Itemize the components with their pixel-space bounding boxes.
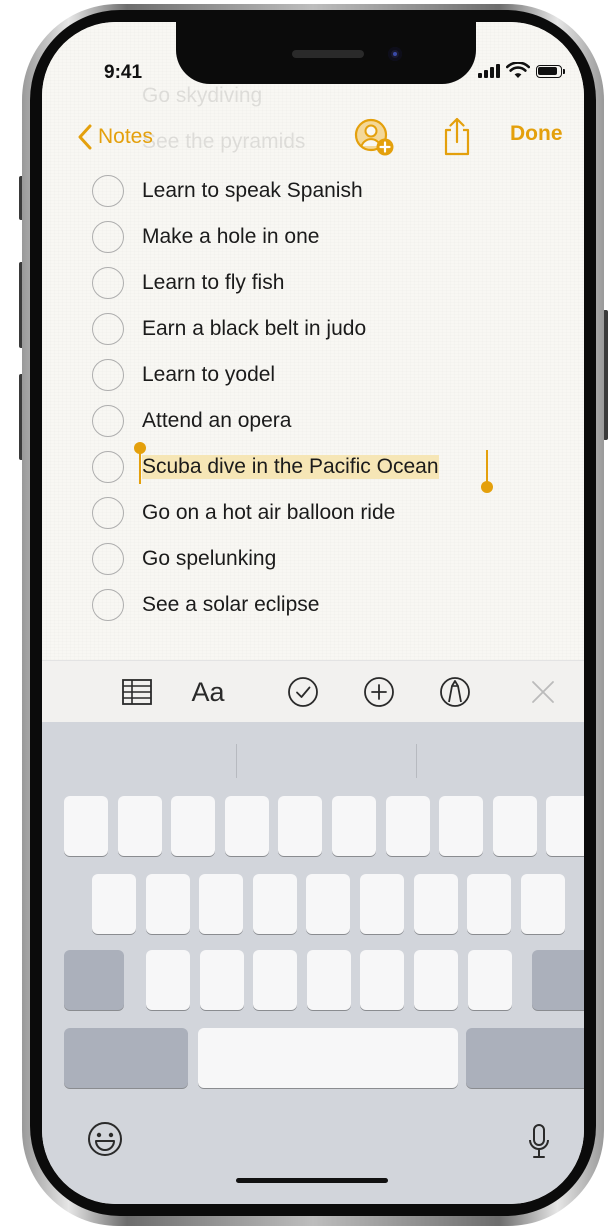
keyboard-key[interactable] — [224, 796, 269, 856]
checkbox[interactable] — [92, 313, 124, 345]
front-camera — [388, 47, 402, 61]
phone-screen: Go skydiving See the pyramids 9:41 Notes — [42, 22, 584, 1204]
checklist-item: Earn a black belt in judo — [92, 306, 572, 352]
keyboard-key[interactable] — [64, 796, 108, 856]
shift-key[interactable] — [64, 950, 124, 1010]
add-icon[interactable] — [362, 675, 396, 709]
keyboard-key[interactable] — [546, 796, 584, 856]
keyboard-key[interactable] — [520, 874, 565, 934]
back-label: Notes — [98, 125, 153, 148]
keyboard-key[interactable] — [360, 874, 404, 934]
notch — [176, 22, 476, 84]
checklist-item: Learn to yodel — [92, 352, 572, 398]
chevron-left-icon — [78, 124, 92, 150]
keyboard-key[interactable] — [252, 874, 297, 934]
checkbox[interactable] — [92, 359, 124, 391]
numbers-key[interactable] — [64, 1028, 188, 1088]
checklist-item: Attend an opera — [92, 398, 572, 444]
keyboard-key[interactable] — [492, 796, 537, 856]
text-style-label: Aa — [191, 676, 225, 707]
checklist-item-text[interactable]: Learn to yodel — [142, 363, 275, 387]
checklist-item-selected: Scuba dive in the Pacific Ocean — [92, 442, 572, 493]
back-to-notes-button[interactable]: Notes — [78, 122, 153, 152]
checkbox[interactable] — [92, 221, 124, 253]
checkbox[interactable] — [92, 405, 124, 437]
share-icon[interactable] — [442, 116, 472, 156]
earpiece-speaker — [292, 50, 364, 58]
checkbox[interactable] — [92, 589, 124, 621]
keyboard-key[interactable] — [414, 950, 458, 1010]
checklist-item: Learn to speak Spanish — [92, 168, 572, 214]
keyboard-key[interactable] — [171, 796, 216, 856]
scrolled-item: Go skydiving — [142, 84, 263, 107]
format-toolbar: Aa — [42, 660, 584, 723]
keyboard-key[interactable] — [199, 874, 244, 934]
checklist-icon[interactable] — [286, 675, 320, 709]
keyboard-key[interactable] — [385, 796, 430, 856]
checklist-item-text[interactable]: Go on a hot air balloon ride — [142, 501, 395, 525]
wifi-icon — [506, 62, 530, 78]
microphone-icon[interactable] — [526, 1122, 552, 1162]
checklist-item: Learn to fly fish — [92, 260, 572, 306]
checklist-item-text[interactable]: Go spelunking — [142, 547, 276, 571]
markup-icon[interactable] — [438, 675, 472, 709]
keyboard-key[interactable] — [306, 874, 351, 934]
checklist-item-text[interactable]: Learn to speak Spanish — [142, 179, 363, 203]
return-key[interactable] — [466, 1028, 584, 1088]
home-indicator[interactable] — [236, 1178, 388, 1183]
keyboard-key[interactable] — [467, 950, 512, 1010]
keyboard-key[interactable] — [332, 796, 376, 856]
suggestion-divider — [236, 744, 237, 778]
checklist-item: Go spelunking — [92, 536, 572, 582]
keyboard-key[interactable] — [146, 950, 190, 1010]
keyboard-key[interactable] — [253, 950, 298, 1010]
keyboard-key[interactable] — [278, 796, 323, 856]
checklist: Learn to speak Spanish Make a hole in on… — [92, 168, 572, 628]
keyboard-key[interactable] — [467, 874, 512, 934]
done-button[interactable]: Done — [510, 122, 563, 146]
selected-text[interactable]: Scuba dive in the Pacific Ocean — [142, 455, 439, 479]
checkbox[interactable] — [92, 451, 124, 483]
selection-end-handle[interactable] — [486, 450, 488, 484]
table-icon[interactable] — [120, 675, 154, 709]
keyboard-key[interactable] — [145, 874, 190, 934]
keyboard-key[interactable] — [92, 874, 136, 934]
status-icons — [478, 62, 570, 82]
selection-start-grip[interactable] — [134, 442, 146, 454]
keyboard-key[interactable] — [306, 950, 351, 1010]
backspace-key[interactable] — [532, 950, 584, 1010]
keyboard-key[interactable] — [439, 796, 484, 856]
cellular-signal-icon — [478, 62, 502, 80]
checklist-item: Go on a hot air balloon ride — [92, 490, 572, 536]
emoji-icon[interactable] — [86, 1120, 124, 1158]
status-time: 9:41 — [104, 62, 143, 83]
checklist-item-text[interactable]: Earn a black belt in judo — [142, 317, 366, 341]
checklist-item-text[interactable]: Make a hole in one — [142, 225, 319, 249]
close-icon[interactable] — [526, 675, 560, 709]
keyboard-key[interactable] — [199, 950, 244, 1010]
suggestion-divider — [416, 744, 417, 778]
checkbox[interactable] — [92, 175, 124, 207]
text-style-button[interactable]: Aa — [182, 675, 234, 709]
scrolled-item: See the pyramids — [142, 130, 306, 153]
battery-icon — [536, 65, 565, 78]
keyboard — [42, 722, 584, 1204]
checklist-item-text[interactable]: Attend an opera — [142, 409, 291, 433]
keyboard-key[interactable] — [360, 950, 405, 1010]
checkbox[interactable] — [92, 497, 124, 529]
checklist-item-text[interactable]: Learn to fly fish — [142, 271, 284, 295]
checklist-item-text[interactable]: See a solar eclipse — [142, 593, 319, 617]
add-people-icon[interactable] — [354, 118, 396, 158]
keyboard-key[interactable] — [413, 874, 458, 934]
checkbox[interactable] — [92, 543, 124, 575]
checklist-item: See a solar eclipse — [92, 582, 572, 628]
keyboard-key[interactable] — [117, 796, 162, 856]
checkbox[interactable] — [92, 267, 124, 299]
checklist-item: Make a hole in one — [92, 214, 572, 260]
space-key[interactable] — [198, 1028, 458, 1088]
